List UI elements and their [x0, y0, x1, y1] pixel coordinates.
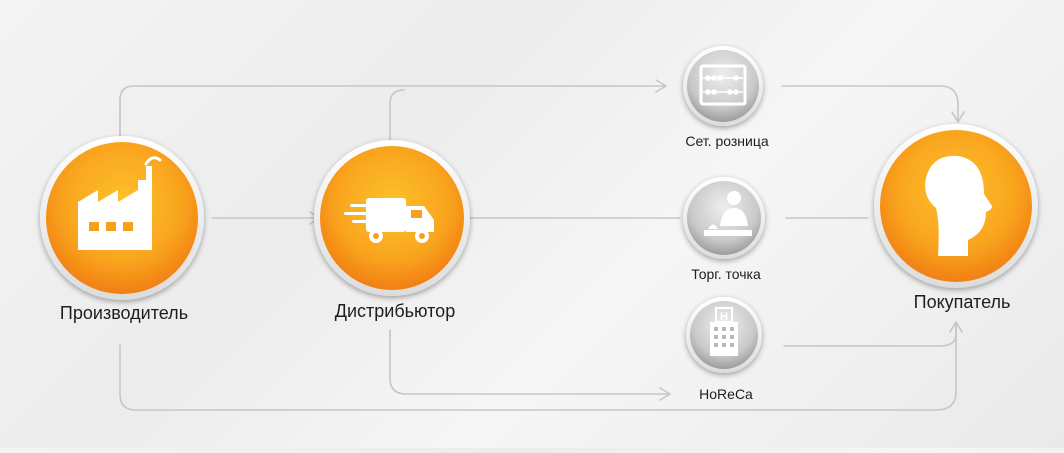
- node-retail-chain: [683, 46, 763, 126]
- connector-horeca-to-buyer: [783, 323, 957, 347]
- connector-retail-chain-to-buyer: [781, 85, 959, 121]
- distribution-diagram: H Производитель Дистрибьютор Сет. розниц…: [0, 0, 1064, 448]
- label-producer: Производитель: [59, 303, 189, 323]
- label-distributor: Дистрибьютор: [334, 301, 456, 321]
- connector-distributor-to-horeca: [389, 329, 669, 395]
- diagram-canvas: H: [40, 46, 1038, 411]
- label-retail-chain: Сет. розница: [685, 133, 769, 149]
- label-buyer: Покупатель: [913, 292, 1011, 312]
- svg-text:H: H: [720, 311, 728, 323]
- label-retail-point: Торг. точка: [691, 266, 761, 282]
- connector-producer-to-buyer-bottom: [119, 325, 957, 411]
- label-horeca: HoReCa: [699, 386, 753, 402]
